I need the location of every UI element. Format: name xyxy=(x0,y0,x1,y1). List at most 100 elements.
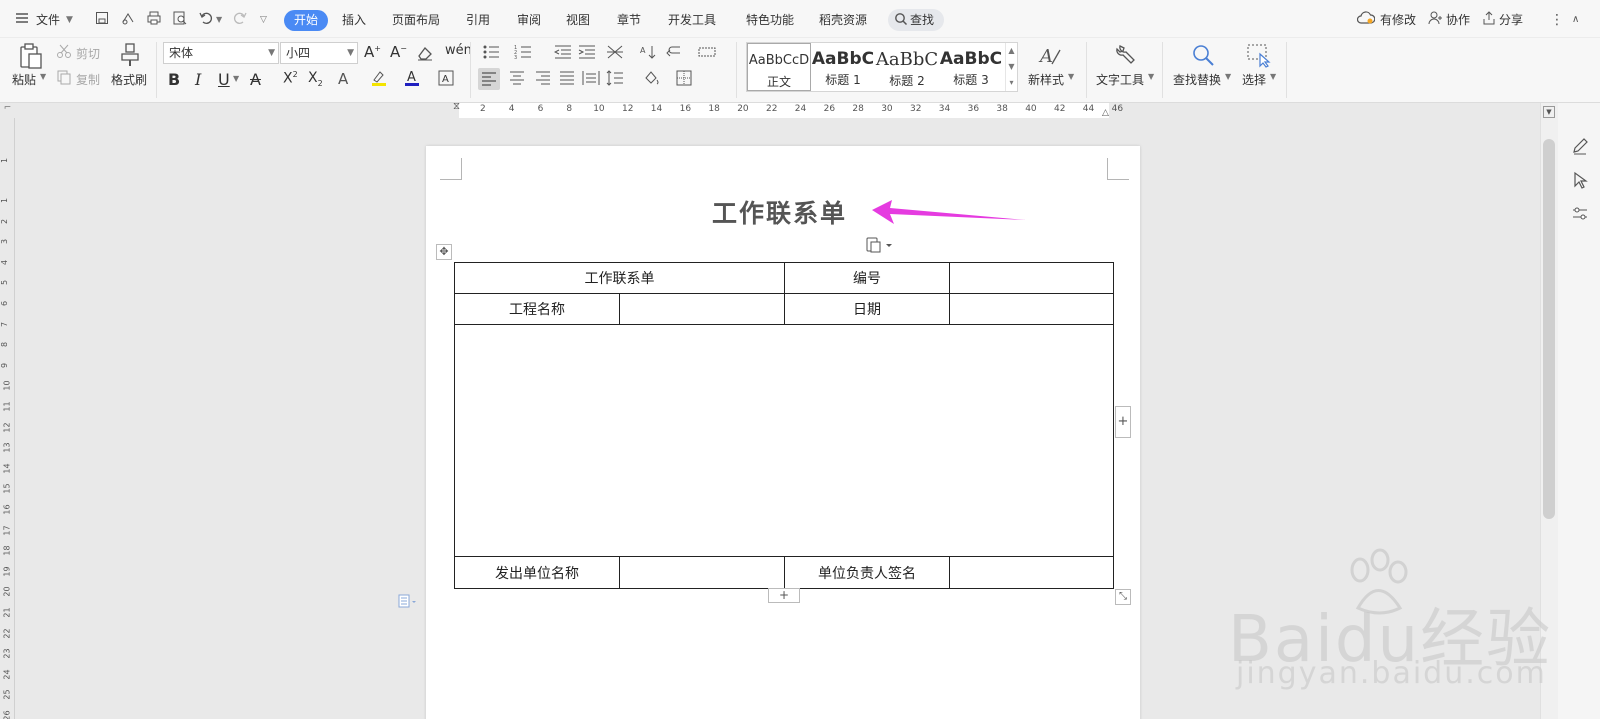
text-tools-label[interactable]: 文字工具 xyxy=(1096,71,1144,88)
align-center-icon[interactable] xyxy=(508,70,526,89)
table-cell[interactable]: 单位负责人签名 xyxy=(784,556,950,589)
document-title[interactable]: 工作联系单 xyxy=(712,194,847,230)
undo-icon[interactable] xyxy=(198,10,218,30)
numbered-list-icon[interactable]: 123 xyxy=(514,44,532,63)
style-heading-1[interactable]: AaBbC 标题 1 xyxy=(811,43,875,91)
paste-label[interactable]: 粘贴 xyxy=(12,71,36,88)
table-cell[interactable]: 工作联系单 xyxy=(454,262,785,294)
table-tools-icon[interactable] xyxy=(698,44,716,63)
superscript-icon[interactable]: X2 xyxy=(283,70,298,87)
copy-icon[interactable] xyxy=(56,69,72,88)
text-effect-icon[interactable]: A xyxy=(338,70,348,88)
pointer-select-icon[interactable] xyxy=(1571,171,1589,192)
paste-options-icon[interactable] xyxy=(864,236,894,257)
horizontal-ruler[interactable]: 2 4 6 8 10 12 14 16 18 20 22 24 26 28 30 32 34 36 38 40 42 44… xyxy=(453,101,1123,118)
indent-marker[interactable]: ⧖ xyxy=(453,101,460,112)
table-cell[interactable] xyxy=(619,556,785,589)
tab-references[interactable]: 引用 xyxy=(466,10,490,30)
table-cell[interactable]: 发出单位名称 xyxy=(454,556,620,589)
table-cell[interactable] xyxy=(949,262,1114,294)
new-style-label[interactable]: 新样式 xyxy=(1028,71,1064,88)
distributed-align-icon[interactable] xyxy=(582,70,600,89)
print-icon[interactable] xyxy=(146,10,166,30)
edit-pen-icon[interactable] xyxy=(1571,137,1589,158)
table-cell[interactable] xyxy=(949,556,1114,589)
chinese-layout-icon[interactable] xyxy=(606,44,624,63)
cut-label[interactable]: 剪切 xyxy=(76,45,100,62)
bold-icon[interactable]: B xyxy=(168,70,180,89)
font-name-select[interactable]: 宋体 ▼ xyxy=(163,42,279,64)
table-resize-handle-icon[interactable]: ⤡ xyxy=(1115,589,1131,605)
table-move-handle-icon[interactable]: ✥ xyxy=(436,244,452,260)
clear-format-icon[interactable] xyxy=(416,45,434,64)
right-indent-marker[interactable]: △ xyxy=(1102,108,1109,118)
undo-dropdown-icon[interactable]: ▼ xyxy=(216,10,222,30)
highlight-icon[interactable] xyxy=(370,69,388,90)
vertical-ruler[interactable]: 1 1 2 3 4 5 6 7 8 9 10 11 12 13 14 15 16 17 18 19 20 21 22 23 24… xyxy=(0,118,15,719)
share-icon[interactable] xyxy=(1481,10,1501,30)
paragraph-mark-icon[interactable] xyxy=(398,594,418,611)
tab-features[interactable]: 特色功能 xyxy=(746,10,794,30)
tab-review[interactable]: 审阅 xyxy=(517,10,541,30)
tab-home[interactable]: 开始 xyxy=(284,10,328,31)
table-cell[interactable] xyxy=(619,293,785,325)
cloud-sync-icon[interactable] xyxy=(1356,10,1377,30)
strikethrough-icon[interactable]: A xyxy=(250,70,261,89)
format-icon[interactable] xyxy=(120,10,140,30)
select-dropdown-icon[interactable]: ▼ xyxy=(1270,72,1276,81)
quick-access-dropdown-icon[interactable]: ▽ xyxy=(260,10,267,30)
print-preview-icon[interactable] xyxy=(172,10,192,30)
new-style-dropdown-icon[interactable]: ▼ xyxy=(1068,72,1074,81)
tab-chapter[interactable]: 章节 xyxy=(617,10,641,30)
format-painter-icon[interactable] xyxy=(118,42,142,71)
has-changes-label[interactable]: 有修改 xyxy=(1380,10,1416,30)
cut-icon[interactable] xyxy=(56,43,72,62)
line-spacing-icon[interactable] xyxy=(606,70,624,89)
share-label[interactable]: 分享 xyxy=(1499,10,1523,30)
styles-scroll[interactable]: ▲ ▼ ▾ xyxy=(1005,43,1017,91)
new-style-icon[interactable]: A xyxy=(1038,42,1064,71)
shading-icon[interactable] xyxy=(642,70,660,89)
more-options-icon[interactable]: ⋮ xyxy=(1550,10,1564,30)
tab-view[interactable]: 视图 xyxy=(566,10,590,30)
tab-insert[interactable]: 插入 xyxy=(342,10,366,30)
text-tools-icon[interactable] xyxy=(1112,42,1138,71)
settings-sliders-icon[interactable] xyxy=(1571,205,1589,226)
style-normal[interactable]: AaBbCcD 正文 xyxy=(747,43,811,91)
table-cell[interactable]: 工程名称 xyxy=(454,293,620,325)
select-icon[interactable] xyxy=(1246,42,1272,71)
align-right-icon[interactable] xyxy=(534,70,552,89)
add-row-button[interactable]: + xyxy=(768,588,800,603)
shrink-font-icon[interactable]: A− xyxy=(390,43,407,61)
chevron-down-icon[interactable]: ▼ xyxy=(66,10,73,30)
underline-dropdown-icon[interactable]: ▼ xyxy=(233,74,239,83)
save-icon[interactable] xyxy=(94,10,114,30)
table-cell[interactable]: 编号 xyxy=(784,262,950,294)
bullet-list-icon[interactable] xyxy=(482,44,500,63)
paste-icon[interactable] xyxy=(16,42,44,73)
select-label[interactable]: 选择 xyxy=(1242,71,1266,88)
font-color-icon[interactable]: A xyxy=(404,69,420,90)
format-painter-label[interactable]: 格式刷 xyxy=(111,71,147,88)
find-replace-icon[interactable] xyxy=(1190,42,1216,71)
grow-font-icon[interactable]: A+ xyxy=(364,43,381,61)
file-menu[interactable]: 文件 xyxy=(36,10,60,30)
collapse-ribbon-icon[interactable]: ∧ xyxy=(1572,10,1579,30)
show-marks-icon[interactable] xyxy=(666,44,684,63)
vertical-scrollbar-thumb[interactable] xyxy=(1543,139,1555,519)
tab-docer-resources[interactable]: 稻壳资源 xyxy=(819,10,867,30)
add-column-button[interactable]: + xyxy=(1115,406,1131,438)
copy-label[interactable]: 复制 xyxy=(76,71,100,88)
font-size-select[interactable]: 小四 ▼ xyxy=(280,42,358,64)
style-heading-3[interactable]: AaBbC 标题 3 xyxy=(939,43,1003,91)
align-left-icon[interactable] xyxy=(478,68,500,90)
tab-page-layout[interactable]: 页面布局 xyxy=(392,10,440,30)
collaborate-icon[interactable] xyxy=(1428,10,1448,30)
tab-developer[interactable]: 开发工具 xyxy=(668,10,716,30)
hamburger-menu-icon[interactable] xyxy=(14,10,34,30)
increase-indent-icon[interactable] xyxy=(578,44,596,63)
sort-icon[interactable]: A xyxy=(640,44,658,63)
char-border-icon[interactable]: A xyxy=(438,70,454,89)
decrease-indent-icon[interactable] xyxy=(553,44,572,63)
italic-icon[interactable]: I xyxy=(195,70,201,89)
